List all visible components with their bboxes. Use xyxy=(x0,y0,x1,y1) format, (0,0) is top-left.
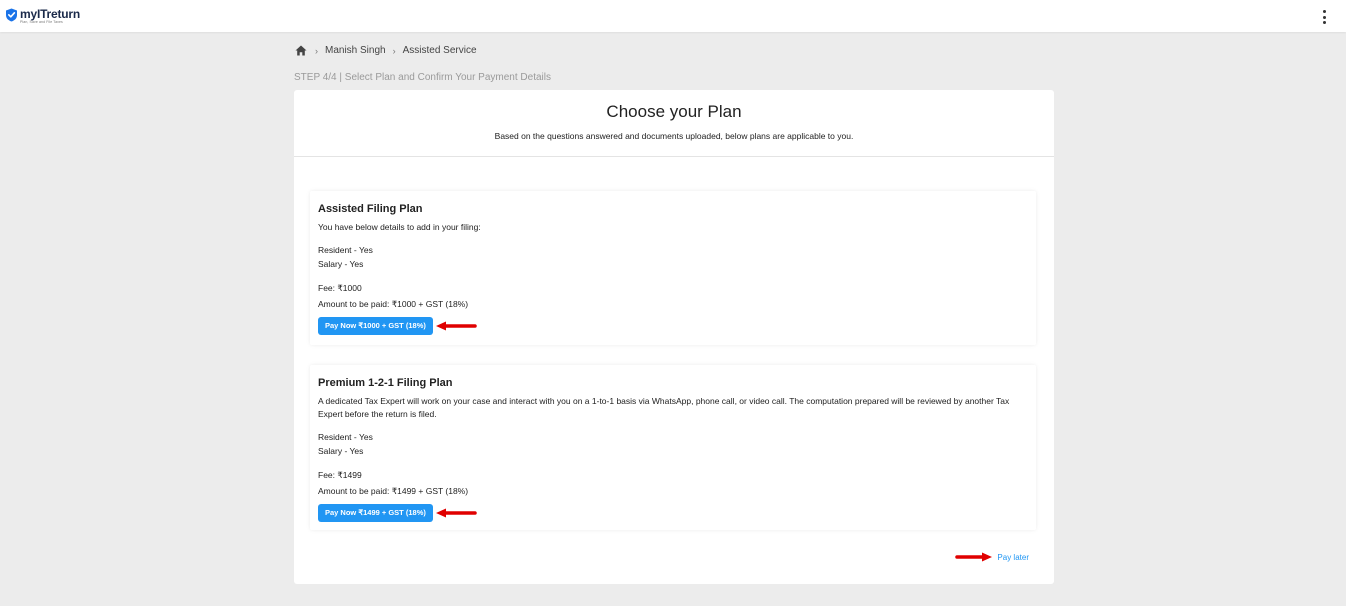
red-arrow-icon xyxy=(435,321,477,331)
breadcrumb-item-user[interactable]: Manish Singh xyxy=(325,45,386,56)
top-bar: myITreturn Plan, Save and File Taxes xyxy=(0,0,1346,32)
app-logo[interactable]: myITreturn Plan, Save and File Taxes xyxy=(5,8,80,25)
card-header: Choose your Plan Based on the questions … xyxy=(294,90,1054,157)
plan-description: A dedicated Tax Expert will work on your… xyxy=(318,396,1010,419)
plan-fee: Fee: ₹1000 xyxy=(318,283,362,293)
app-tagline: Plan, Save and File Taxes xyxy=(20,20,63,24)
pay-now-button-assisted[interactable]: Pay Now ₹1000 + GST (18%) xyxy=(318,317,433,335)
plan-title: Assisted Filing Plan xyxy=(318,203,423,215)
pay-now-button-premium[interactable]: Pay Now ₹1499 + GST (18%) xyxy=(318,504,433,522)
plan-detail-salary: Salary - Yes xyxy=(318,258,364,269)
chevron-right-icon: › xyxy=(315,45,318,56)
red-arrow-icon xyxy=(435,508,477,518)
shield-check-icon xyxy=(6,8,17,22)
home-icon[interactable] xyxy=(295,45,307,56)
kebab-menu-icon[interactable] xyxy=(1318,10,1330,24)
step-indicator: STEP 4/4 | Select Plan and Confirm Your … xyxy=(294,72,551,83)
breadcrumb-item-service[interactable]: Assisted Service xyxy=(403,45,477,56)
pay-later-link[interactable]: Pay later xyxy=(997,553,1029,562)
app-name: myITreturn xyxy=(20,7,81,21)
pay-later-row: Pay later xyxy=(955,552,1029,562)
plan-assisted-filing: Assisted Filing Plan You have below deta… xyxy=(310,191,1036,345)
plan-fee: Fee: ₹1499 xyxy=(318,470,362,480)
plan-premium-filing: Premium 1-2-1 Filing Plan A dedicated Ta… xyxy=(310,365,1036,530)
chevron-right-icon: › xyxy=(392,45,396,56)
plan-detail-salary: Salary - Yes xyxy=(318,445,364,456)
plan-detail-resident: Resident - Yes xyxy=(318,245,373,255)
plan-amount: Amount to be paid: ₹1000 + GST (18%) xyxy=(318,298,469,309)
plan-card: Choose your Plan Based on the questions … xyxy=(294,90,1054,584)
breadcrumb: › Manish Singh › Assisted Service xyxy=(295,45,484,56)
plan-title: Premium 1-2-1 Filing Plan xyxy=(318,377,453,389)
plan-description: You have below details to add in your fi… xyxy=(318,222,481,232)
page-title: Choose your Plan xyxy=(606,102,742,121)
page-subtitle: Based on the questions answered and docu… xyxy=(494,131,854,141)
red-arrow-icon xyxy=(955,552,993,562)
plan-amount: Amount to be paid: ₹1499 + GST (18%) xyxy=(318,485,469,496)
plan-detail-resident: Resident - Yes xyxy=(318,432,373,442)
